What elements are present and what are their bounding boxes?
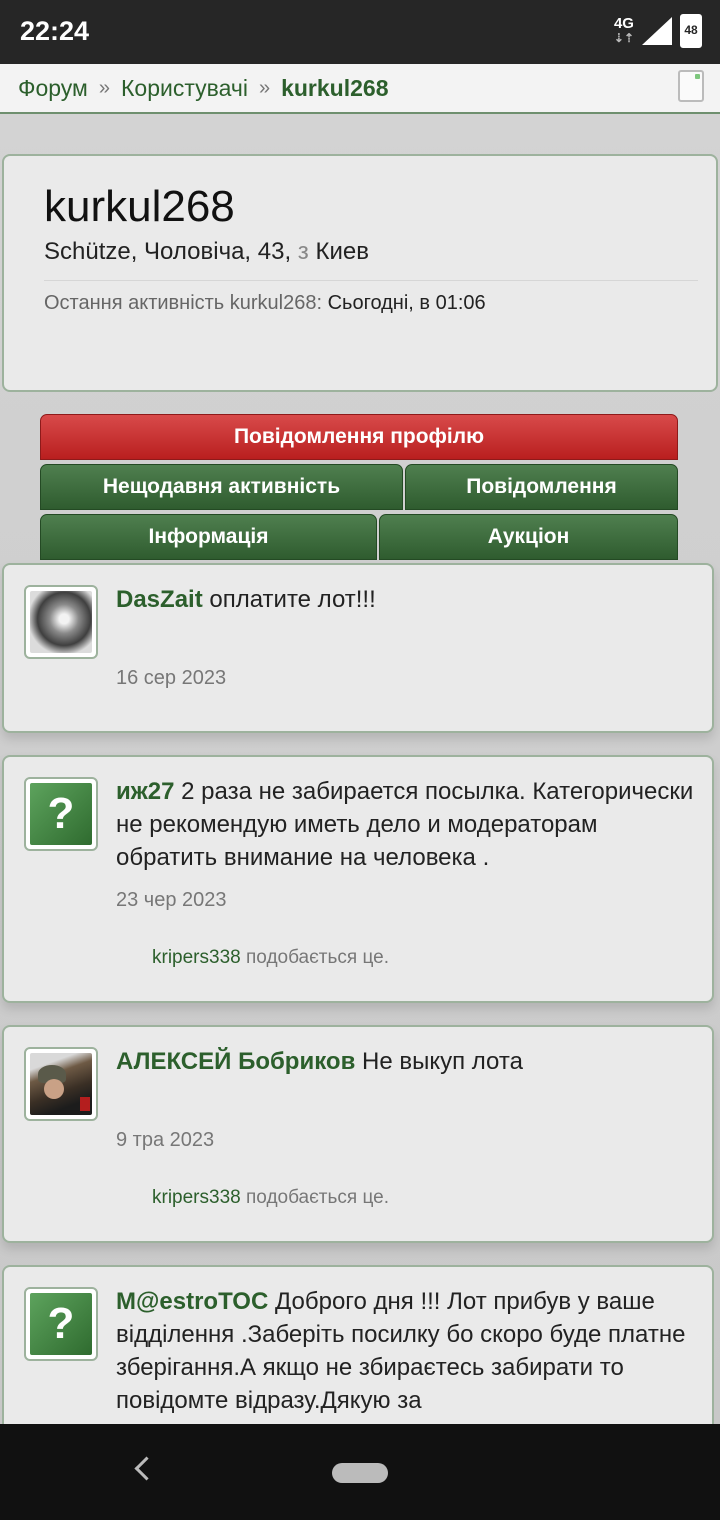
avatar[interactable] (24, 585, 98, 659)
post-author[interactable]: M@estroTOC (116, 1288, 268, 1315)
back-icon[interactable] (134, 1456, 159, 1481)
tab-messages[interactable]: Повідомлення (405, 464, 678, 510)
profile-post: ? иж27 2 раза не забирается посылка. Кат… (2, 755, 714, 1003)
tab-information[interactable]: Інформація (40, 514, 377, 560)
last-activity: Остання активність kurkul268: Сьогодні, … (44, 292, 486, 315)
document-icon[interactable] (678, 70, 704, 102)
profile-post: DasZait оплатите лот!!! 16 сер 2023 (2, 563, 714, 733)
network-type: 4G (613, 15, 634, 32)
breadcrumb-separator: » (98, 76, 110, 99)
breadcrumb-separator: » (258, 76, 271, 99)
avatar[interactable]: ? (24, 1287, 98, 1361)
profile-divider (44, 280, 698, 281)
post-message: 2 раза не забирается посылка. Категориче… (116, 778, 694, 871)
post-date[interactable]: 9 тра 2023 (116, 1129, 214, 1152)
likes-text: подобається це. (246, 947, 389, 968)
status-bar: 22:24 4G ⇣⇡ 48 (0, 0, 720, 64)
profile-info-from: з (297, 238, 309, 265)
photo-avatar-icon (30, 591, 92, 653)
post-content: АЛЕКСЕЙ Бобриков Не выкуп лота (116, 1045, 694, 1078)
post-content: DasZait оплатите лот!!! (116, 583, 694, 616)
post-author[interactable]: АЛЕКСЕЙ Бобриков (116, 1048, 355, 1075)
question-mark-icon: ? (30, 1293, 92, 1355)
post-likes: kripers338 подобається це. (152, 947, 389, 969)
profile-username: kurkul268 (44, 182, 235, 231)
network-indicator: 4G ⇣⇡ (613, 15, 634, 45)
profile-card: kurkul268 Schütze, Чоловіча, 43, з Киев … (2, 154, 718, 392)
avatar[interactable] (24, 1047, 98, 1121)
post-date[interactable]: 16 сер 2023 (116, 667, 226, 690)
signal-icon (642, 17, 672, 45)
data-arrows-icon: ⇣⇡ (613, 31, 634, 45)
profile-info-city[interactable]: Киев (315, 238, 368, 265)
status-time: 22:24 (20, 16, 90, 46)
breadcrumb: Форум » Користувачі » kurkul268 (0, 64, 720, 114)
post-likes: kripers338 подобається це. (152, 1187, 389, 1209)
post-author[interactable]: DasZait (116, 586, 203, 613)
breadcrumb-users[interactable]: Користувачі (121, 75, 248, 102)
profile-post: АЛЕКСЕЙ Бобриков Не выкуп лота 9 тра 202… (2, 1025, 714, 1243)
question-mark-icon: ? (30, 783, 92, 845)
likes-text: подобається це. (246, 1187, 389, 1208)
post-message: Не выкуп лота (362, 1048, 523, 1075)
tab-recent-activity[interactable]: Нещодавня активність (40, 464, 403, 510)
liker-name[interactable]: kripers338 (152, 1187, 241, 1208)
soldier-photo-avatar-icon (30, 1053, 92, 1115)
tab-auction[interactable]: Аукціон (379, 514, 678, 560)
profile-info: Schütze, Чоловіча, 43, з Киев (44, 238, 369, 266)
profile-info-details: Schütze, Чоловіча, 43, (44, 238, 292, 265)
breadcrumb-current[interactable]: kurkul268 (281, 75, 388, 102)
battery-icon: 48 (680, 14, 702, 48)
post-author[interactable]: иж27 (116, 778, 174, 805)
home-pill-icon[interactable] (332, 1463, 388, 1483)
tab-profile-messages[interactable]: Повідомлення профілю (40, 414, 678, 460)
avatar[interactable]: ? (24, 777, 98, 851)
post-content: M@estroTOC Доброго дня !!! Лот прибув у … (116, 1285, 694, 1417)
last-activity-label: Остання активність kurkul268: (44, 292, 323, 314)
post-message: оплатите лот!!! (209, 586, 376, 613)
status-icons: 4G ⇣⇡ 48 (614, 14, 702, 48)
last-activity-value: Сьогодні, в 01:06 (327, 292, 486, 314)
post-date[interactable]: 23 чер 2023 (116, 889, 227, 912)
breadcrumb-forum[interactable]: Форум (18, 75, 88, 102)
liker-name[interactable]: kripers338 (152, 947, 241, 968)
battery-level: 48 (684, 23, 698, 37)
post-content: иж27 2 раза не забирается посылка. Катег… (116, 775, 694, 874)
